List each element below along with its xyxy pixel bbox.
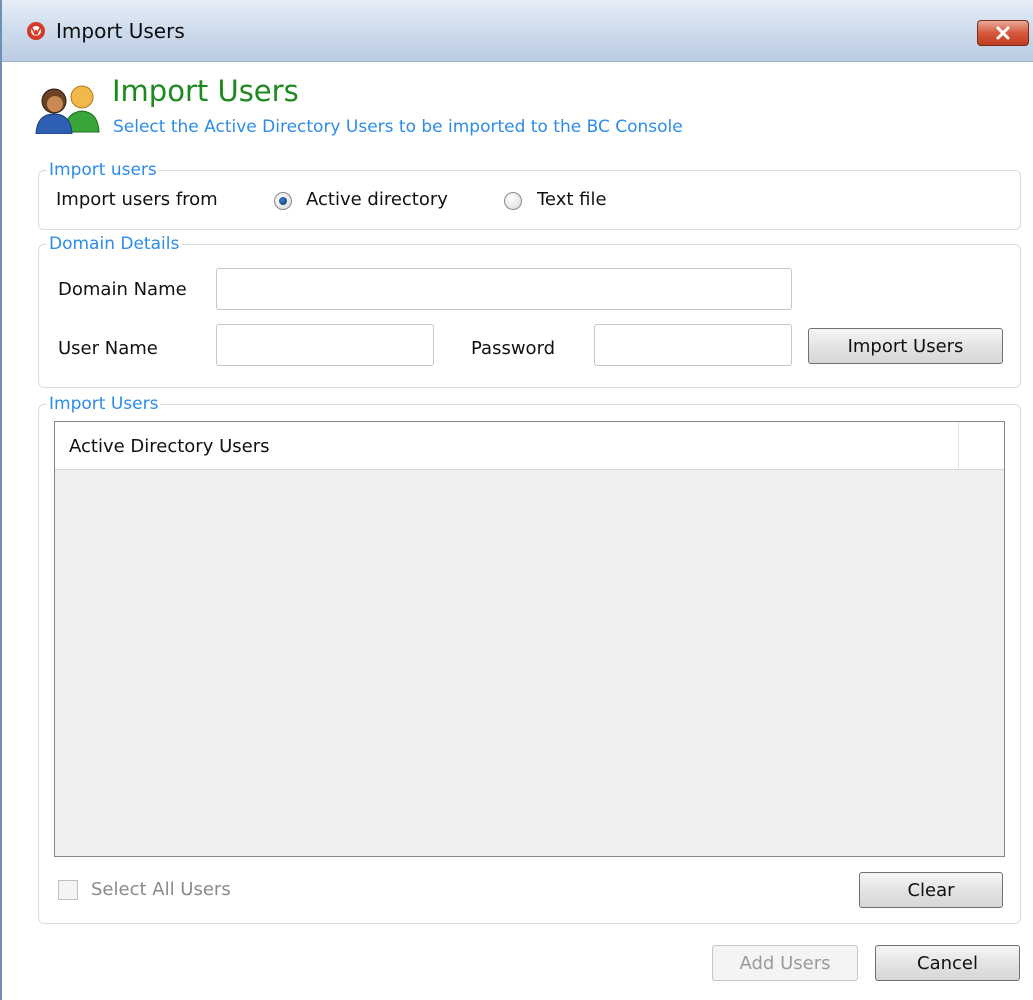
column-header-active-directory-users[interactable]: Active Directory Users: [69, 436, 270, 457]
page-title: Import Users: [112, 74, 299, 108]
user-name-input[interactable]: [216, 324, 434, 366]
clear-button[interactable]: Clear: [859, 872, 1003, 908]
radio-active-directory-label[interactable]: Active directory: [306, 189, 448, 210]
import-users-dialog: Import Users Import Users Select the Act…: [0, 0, 1033, 1000]
import-users-button[interactable]: Import Users: [808, 328, 1003, 364]
list-header: Active Directory Users: [55, 422, 1004, 470]
close-icon: [996, 26, 1010, 40]
password-label: Password: [471, 338, 556, 359]
select-all-checkbox[interactable]: [58, 880, 78, 900]
title-bar[interactable]: Import Users: [2, 0, 1033, 62]
password-input[interactable]: [594, 324, 792, 366]
radio-text-file-label[interactable]: Text file: [537, 189, 607, 210]
import-users-list-legend: Import Users: [49, 394, 159, 414]
page-subtitle: Select the Active Directory Users to be …: [113, 117, 683, 137]
close-button[interactable]: [977, 20, 1029, 46]
domain-name-input[interactable]: [216, 268, 792, 310]
import-from-label: Import users from: [56, 189, 218, 210]
user-name-label: User Name: [58, 338, 158, 359]
window-title: Import Users: [56, 19, 185, 43]
select-all-label[interactable]: Select All Users: [91, 879, 231, 900]
active-directory-users-list[interactable]: Active Directory Users: [54, 421, 1005, 857]
domain-details-legend: Domain Details: [49, 234, 180, 254]
import-users-legend: Import users: [49, 160, 157, 180]
radio-text-file[interactable]: [504, 192, 522, 210]
cancel-button[interactable]: Cancel: [875, 945, 1020, 981]
add-users-button[interactable]: Add Users: [712, 945, 858, 981]
domain-name-label: Domain Name: [58, 279, 187, 300]
radio-active-directory[interactable]: [274, 192, 292, 210]
column-divider: [958, 422, 959, 470]
users-icon: [35, 85, 100, 134]
domain-details-group: Domain Details: [38, 234, 1021, 388]
app-logo-icon: [27, 22, 45, 40]
